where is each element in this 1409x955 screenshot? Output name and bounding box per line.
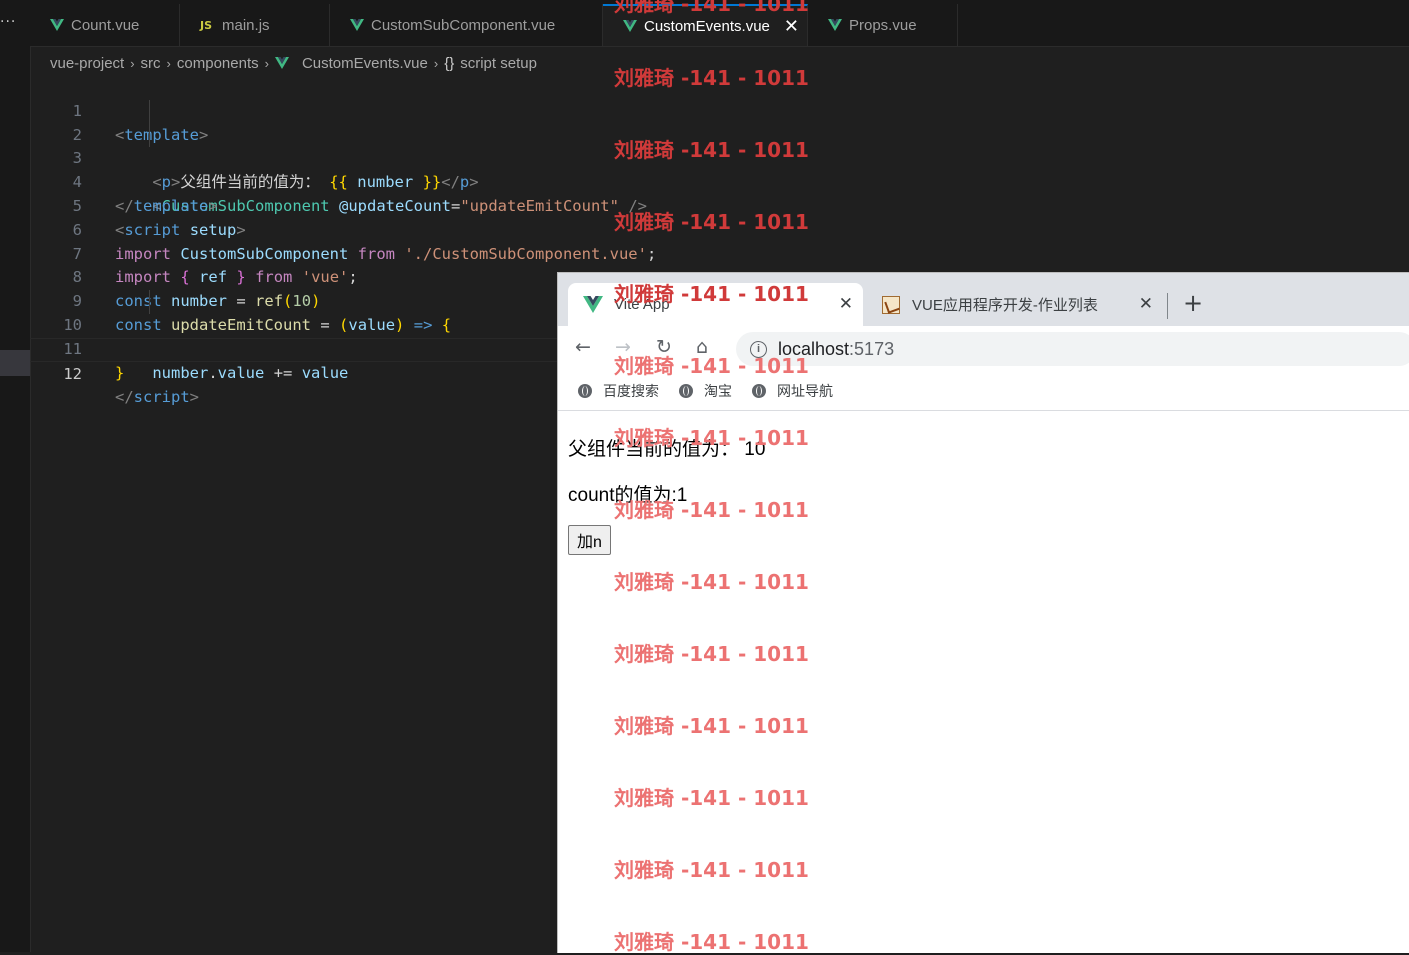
url-host: localhost: [778, 338, 850, 359]
code-token: value: [217, 363, 265, 382]
breadcrumb-item[interactable]: CustomEvents.vue: [302, 55, 428, 72]
tab-count-vue[interactable]: Count.vue: [30, 4, 180, 46]
indent-guide: [149, 290, 150, 314]
code-line[interactable]: 4 </template>: [30, 147, 1409, 215]
back-icon[interactable]: ←: [575, 336, 591, 358]
tab-props-vue[interactable]: Props.vue: [808, 4, 958, 46]
globe-icon: [752, 383, 766, 398]
code-line[interactable]: 6 import CustomSubComponent from './Cust…: [30, 195, 1409, 263]
add-n-button[interactable]: 加n: [568, 525, 611, 555]
code-line[interactable]: 7 import { ref } from 'vue';: [30, 219, 1409, 287]
activity-bar: ...: [0, 0, 31, 952]
close-icon[interactable]: ✕: [839, 294, 853, 314]
browser-tab-vite-app[interactable]: Vite App ✕: [568, 283, 863, 326]
code-token: number: [152, 363, 209, 382]
vue-icon: [350, 18, 364, 31]
vue-icon: [828, 18, 842, 31]
chevron-right-icon: ›: [166, 55, 171, 71]
info-icon[interactable]: i: [750, 340, 767, 358]
doc-icon: [882, 295, 900, 314]
code-token: value: [301, 363, 349, 382]
close-icon[interactable]: ✕: [784, 16, 799, 37]
editor-tab-bar: Count.vue JS main.js CustomSubComponent.…: [30, 0, 1409, 47]
bookmark-item[interactable]: 百度搜索: [578, 381, 659, 401]
vue-icon: [50, 18, 64, 31]
parent-value: 10: [744, 439, 766, 460]
chevron-right-icon: ›: [264, 55, 269, 71]
vite-icon: [583, 295, 603, 313]
code-token: script: [133, 388, 190, 407]
tab-main-js[interactable]: JS main.js: [180, 4, 330, 46]
more-icon[interactable]: ...: [0, 10, 16, 26]
browser-window: Vite App ✕ VUE应用程序开发-作业列表 ✕ + ← → ↻ ⌂ i …: [557, 272, 1409, 953]
breadcrumb: vue-project › src › components › CustomE…: [50, 52, 537, 74]
parent-value-text: 父组件当前的值为： 10: [568, 434, 765, 461]
code-line[interactable]: 1 <template>: [30, 76, 1409, 144]
code-token: +=: [273, 363, 293, 382]
breadcrumb-item[interactable]: components: [177, 55, 259, 72]
indent-guide: [149, 99, 150, 124]
chevron-right-icon: ›: [433, 55, 439, 71]
bookmark-label: 网址导航: [777, 382, 833, 399]
browser-tab-title: Vite App: [614, 296, 670, 313]
tab-divider: [1167, 293, 1168, 319]
bookmark-label: 淘宝: [704, 382, 732, 399]
home-icon[interactable]: ⌂: [696, 336, 708, 358]
browser-tab-strip: Vite App ✕ VUE应用程序开发-作业列表 ✕ +: [558, 273, 1409, 326]
bookmark-label: 百度搜索: [603, 382, 659, 399]
bookmark-item[interactable]: 网址导航: [752, 381, 833, 401]
browser-toolbar: ← → ↻ ⌂ i localhost:5173: [558, 326, 1409, 371]
tab-label: main.js: [222, 16, 270, 34]
count-text: count的值为:1: [568, 485, 688, 506]
breadcrumb-item[interactable]: src: [141, 55, 161, 72]
bookmark-item[interactable]: 淘宝: [679, 381, 732, 401]
braces-icon: {}: [444, 54, 455, 72]
globe-icon: [578, 383, 592, 398]
code-line[interactable]: 2 <p>父组件当前的值为： {{ number }}</p>: [30, 99, 1409, 191]
js-icon: JS: [200, 18, 213, 32]
tab-label: Count.vue: [71, 16, 140, 34]
tab-label: Props.vue: [849, 16, 917, 34]
breadcrumb-item[interactable]: script setup: [460, 55, 537, 72]
tab-label: CustomEvents.vue: [644, 17, 770, 35]
url-port: :5173: [849, 338, 895, 359]
chevron-right-icon: ›: [130, 55, 135, 71]
reload-icon[interactable]: ↻: [656, 336, 672, 358]
page-content: 父组件当前的值为： 10 count的值为:1 加n: [558, 411, 1409, 953]
forward-icon[interactable]: →: [615, 336, 631, 358]
tab-customsubcomponent-vue[interactable]: CustomSubComponent.vue: [330, 4, 603, 46]
indent-guide: [149, 123, 150, 148]
browser-tab-title: VUE应用程序开发-作业列表: [912, 297, 1098, 314]
globe-icon: [679, 383, 693, 398]
line-number: 12: [63, 364, 82, 383]
address-bar[interactable]: i localhost:5173: [736, 332, 1409, 366]
vue-icon: [274, 56, 289, 69]
tab-customevents-vue[interactable]: CustomEvents.vue ✕: [603, 4, 808, 46]
browser-tab-homework[interactable]: VUE应用程序开发-作业列表 ✕: [873, 283, 1163, 326]
activity-selected-item[interactable]: [0, 350, 30, 376]
code-line[interactable]: 5 <script setup>: [30, 171, 1409, 239]
vue-icon: [623, 19, 637, 32]
code-line[interactable]: 8 const number = ref(10): [30, 243, 1409, 310]
tab-label: CustomSubComponent.vue: [371, 16, 556, 34]
new-tab-button[interactable]: +: [1183, 289, 1203, 317]
code-line[interactable]: 3 <CustomSubComponent @updateCount="upda…: [30, 123, 1409, 215]
parent-value-label: 父组件当前的值为：: [568, 439, 740, 460]
close-icon[interactable]: ✕: [1139, 294, 1153, 314]
breadcrumb-item[interactable]: vue-project: [50, 55, 124, 72]
bookmarks-bar: 百度搜索 淘宝 网址导航: [558, 371, 1409, 411]
